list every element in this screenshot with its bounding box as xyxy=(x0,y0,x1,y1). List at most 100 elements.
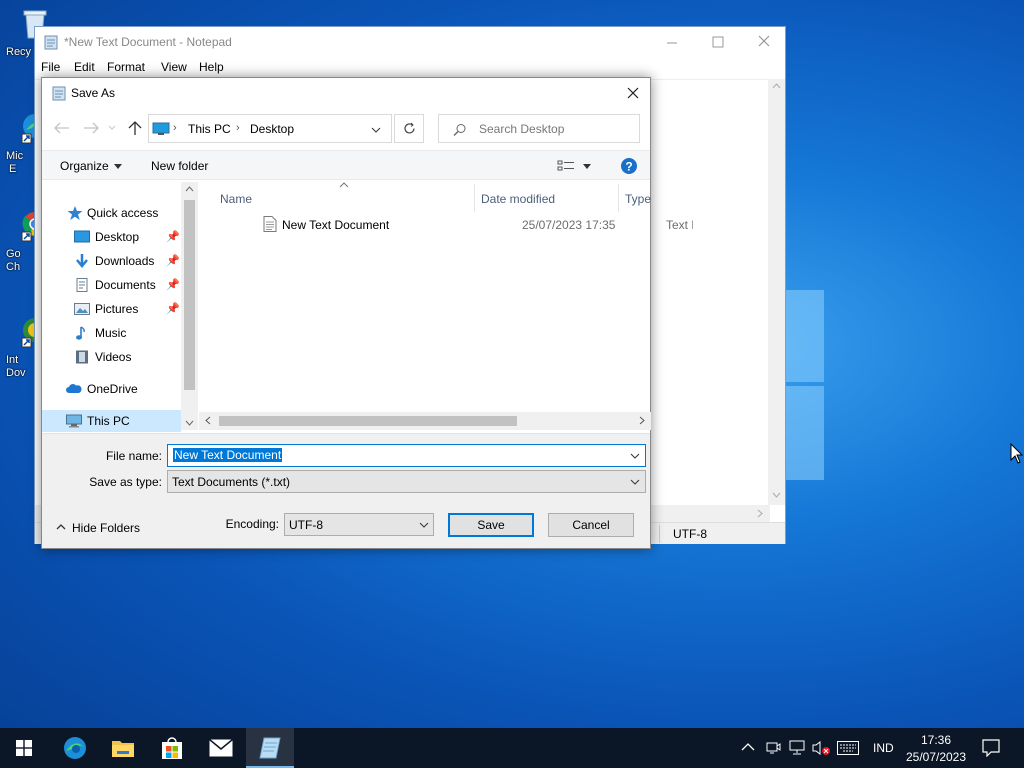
nav-item-music[interactable]: Music xyxy=(42,322,181,344)
back-arrow-icon[interactable] xyxy=(54,122,70,134)
start-button[interactable] xyxy=(0,728,48,768)
chevron-down-icon[interactable] xyxy=(630,453,640,459)
network-icon[interactable] xyxy=(789,740,807,756)
hide-folders-button[interactable]: Hide Folders xyxy=(52,516,162,538)
windows-start-icon xyxy=(16,740,32,756)
cloud-icon xyxy=(66,383,82,393)
new-folder-button[interactable]: New folder xyxy=(151,159,208,173)
minimize-icon[interactable] xyxy=(657,35,687,51)
scroll-up-icon[interactable] xyxy=(185,186,194,192)
clock-date: 25/07/2023 xyxy=(905,750,967,764)
organize-button[interactable]: Organize xyxy=(60,159,109,173)
breadcrumb-this-pc[interactable]: This PC xyxy=(188,122,231,136)
column-header-type[interactable]: Type xyxy=(619,184,651,212)
view-options-icon[interactable] xyxy=(557,160,575,172)
file-name-label: File name: xyxy=(105,449,162,463)
nav-item-desktop[interactable]: Desktop 📌 xyxy=(42,226,181,248)
up-arrow-icon[interactable] xyxy=(128,120,142,136)
status-encoding: UTF-8 xyxy=(673,527,707,541)
file-name-input[interactable]: New Text Document xyxy=(167,444,646,467)
forward-arrow-icon[interactable] xyxy=(83,122,99,134)
taskbar-file-explorer-button[interactable] xyxy=(99,728,147,768)
nav-item-label: Quick access xyxy=(87,206,159,220)
save-as-type-select[interactable]: Text Documents (*.txt) xyxy=(167,470,646,493)
pin-icon: 📌 xyxy=(166,303,180,315)
volume-muted-icon[interactable] xyxy=(812,740,832,756)
scroll-right-icon[interactable] xyxy=(757,509,763,518)
maximize-icon[interactable] xyxy=(703,35,733,51)
meet-now-icon[interactable] xyxy=(765,740,781,756)
view-dropdown-icon[interactable] xyxy=(583,164,591,169)
show-hidden-icons-chevron-icon[interactable] xyxy=(741,742,755,752)
save-as-dialog: Save As › This PC › Desktop Search Deskt… xyxy=(41,77,693,549)
help-icon[interactable]: ? xyxy=(620,157,638,175)
keyboard-icon[interactable] xyxy=(837,741,859,755)
file-list-horizontal-scrollbar[interactable] xyxy=(199,412,651,430)
save-button[interactable]: Save xyxy=(448,513,534,537)
column-header-date-modified[interactable]: Date modified xyxy=(475,184,617,212)
chevron-down-icon[interactable] xyxy=(419,522,429,528)
file-row[interactable]: New Text Document 25/07/2023 17:35 Text … xyxy=(211,212,693,236)
taskbar-store-button[interactable] xyxy=(148,728,196,768)
scroll-right-icon[interactable] xyxy=(639,416,645,425)
taskbar-mail-button[interactable] xyxy=(197,728,245,768)
notepad-icon xyxy=(259,737,281,759)
menu-edit[interactable]: Edit xyxy=(74,60,95,74)
nav-item-this-pc[interactable]: This PC xyxy=(42,410,181,432)
taskbar-edge-button[interactable] xyxy=(51,728,99,768)
cancel-button[interactable]: Cancel xyxy=(548,513,634,537)
notepad-titlebar[interactable]: *New Text Document - Notepad xyxy=(35,27,785,57)
recent-locations-chevron-icon[interactable] xyxy=(108,125,116,131)
nav-item-downloads[interactable]: Downloads 📌 xyxy=(42,250,181,272)
column-header-name[interactable]: Name xyxy=(213,184,473,212)
scroll-up-icon[interactable] xyxy=(772,83,781,89)
search-box[interactable]: Search Desktop xyxy=(438,114,640,143)
address-dropdown-chevron-icon[interactable] xyxy=(371,127,381,133)
notepad-menubar: File Edit Format View Help xyxy=(35,57,785,79)
encoding-select[interactable]: UTF-8 xyxy=(284,513,434,536)
pin-icon: 📌 xyxy=(166,231,180,243)
notifications-icon[interactable] xyxy=(982,739,1000,757)
nav-item-label: Videos xyxy=(95,350,132,364)
scrollbar-thumb[interactable] xyxy=(219,416,517,426)
refresh-button[interactable] xyxy=(394,114,424,143)
star-icon xyxy=(67,206,83,220)
mail-icon xyxy=(209,739,233,757)
close-icon[interactable] xyxy=(749,33,779,51)
nav-item-videos[interactable]: Videos xyxy=(42,346,181,368)
breadcrumb-desktop[interactable]: Desktop xyxy=(250,122,294,136)
file-name-value: New Text Document xyxy=(173,448,283,462)
nav-item-onedrive[interactable]: OneDrive xyxy=(42,378,181,400)
nav-item-pictures[interactable]: Pictures 📌 xyxy=(42,298,181,320)
clock-time: 17:36 xyxy=(920,733,952,747)
navigation-pane: Quick access Desktop 📌 Downloads 📌 Docum… xyxy=(42,182,198,432)
menu-format[interactable]: Format xyxy=(107,60,145,74)
nav-item-quick-access[interactable]: Quick access xyxy=(42,202,181,224)
scrollbar-thumb[interactable] xyxy=(184,200,195,390)
breadcrumb-separator-icon: › xyxy=(173,122,177,134)
scroll-down-icon[interactable] xyxy=(772,492,781,498)
nav-item-documents[interactable]: Documents 📌 xyxy=(42,274,181,296)
menu-file[interactable]: File xyxy=(41,60,60,74)
language-indicator[interactable]: IND xyxy=(873,741,894,755)
menu-view[interactable]: View xyxy=(161,60,187,74)
clock[interactable]: 17:36 25/07/2023 xyxy=(903,731,969,765)
organize-dropdown-icon[interactable] xyxy=(114,164,122,169)
close-icon[interactable] xyxy=(620,80,646,106)
taskbar-notepad-button[interactable] xyxy=(246,728,294,768)
scroll-down-icon[interactable] xyxy=(185,420,194,426)
dialog-titlebar[interactable]: Save As xyxy=(42,78,650,108)
encoding-label: Encoding: xyxy=(225,517,279,531)
text-file-icon xyxy=(263,216,277,232)
nav-item-label: Music xyxy=(95,326,127,340)
navigation-pane-scrollbar[interactable] xyxy=(181,182,198,430)
command-bar: Organize New folder ? xyxy=(42,150,650,180)
music-note-icon xyxy=(76,326,85,340)
address-bar[interactable]: › This PC › Desktop xyxy=(148,114,392,143)
scroll-left-icon[interactable] xyxy=(205,416,211,425)
notepad-vertical-scrollbar[interactable] xyxy=(768,79,785,505)
chevron-down-icon[interactable] xyxy=(630,479,640,485)
pin-icon: 📌 xyxy=(166,255,180,267)
menu-help[interactable]: Help xyxy=(199,60,224,74)
save-as-type-value: Text Documents (*.txt) xyxy=(172,475,291,489)
